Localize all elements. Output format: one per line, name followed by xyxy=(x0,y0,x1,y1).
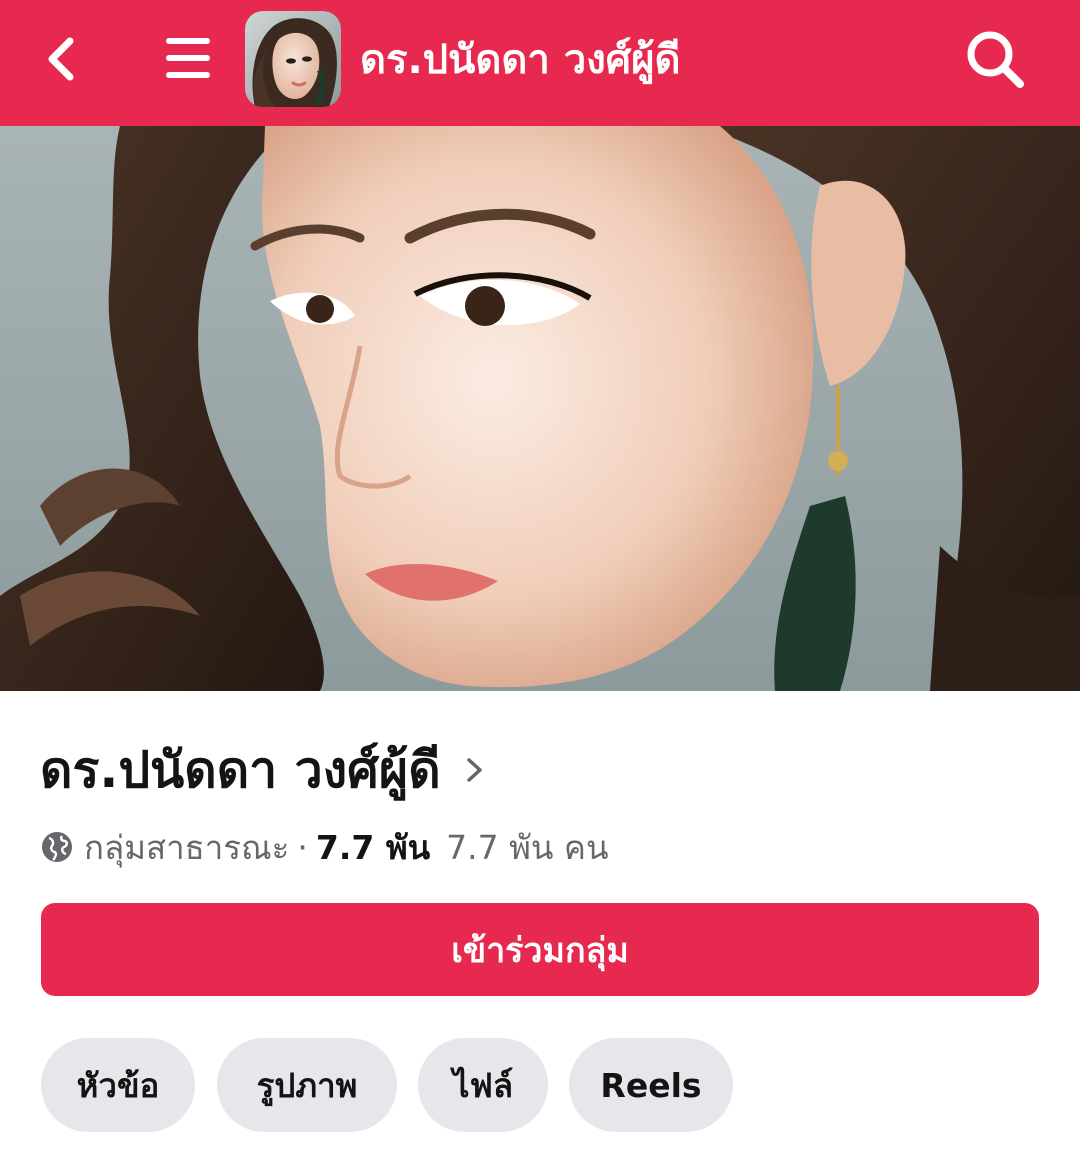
meta-separator: · xyxy=(297,827,308,867)
cover-photo[interactable] xyxy=(0,126,1080,691)
tab-photos-label: รูปภาพ xyxy=(256,1065,358,1105)
group-privacy: กลุ่มสาธารณะ xyxy=(84,827,290,867)
group-meta: กลุ่มสาธารณะ · 7.7 พัน 7.7 พัน คน xyxy=(40,820,609,874)
top-app-bar: ดร.ปนัดดา วงศ์ผู้ดี xyxy=(0,0,1080,126)
group-avatar[interactable] xyxy=(245,11,341,107)
tab-topics[interactable]: หัวข้อ xyxy=(41,1038,195,1132)
back-button[interactable] xyxy=(36,33,88,85)
tab-files-label: ไฟล์ xyxy=(452,1065,514,1105)
group-avatar-image xyxy=(245,11,341,107)
globe-icon xyxy=(42,832,72,862)
chevron-left-icon xyxy=(48,37,74,81)
member-count-text: 7.7 พัน คน xyxy=(446,827,609,867)
search-button[interactable] xyxy=(962,26,1028,92)
header-title: ดร.ปนัดดา วงศ์ผู้ดี xyxy=(360,37,681,83)
join-group-label: เข้าร่วมกลุ่ม xyxy=(451,930,629,971)
group-title-row[interactable]: ดร.ปนัดดา วงศ์ผู้ดี xyxy=(40,728,487,812)
tab-reels-label: Reels xyxy=(600,1065,702,1105)
join-group-button[interactable]: เข้าร่วมกลุ่ม xyxy=(41,903,1039,996)
cover-photo-image xyxy=(0,126,1080,691)
hamburger-menu-icon xyxy=(166,38,210,78)
tab-files[interactable]: ไฟล์ xyxy=(418,1038,548,1132)
search-icon xyxy=(967,31,1024,88)
member-count-bold: 7.7 พัน xyxy=(315,827,431,867)
chevron-right-icon xyxy=(466,758,482,782)
group-name: ดร.ปนัดดา วงศ์ผู้ดี xyxy=(40,741,441,799)
menu-button[interactable] xyxy=(162,32,214,84)
tab-photos[interactable]: รูปภาพ xyxy=(217,1038,397,1132)
tab-topics-label: หัวข้อ xyxy=(76,1065,160,1105)
tab-reels[interactable]: Reels xyxy=(569,1038,733,1132)
